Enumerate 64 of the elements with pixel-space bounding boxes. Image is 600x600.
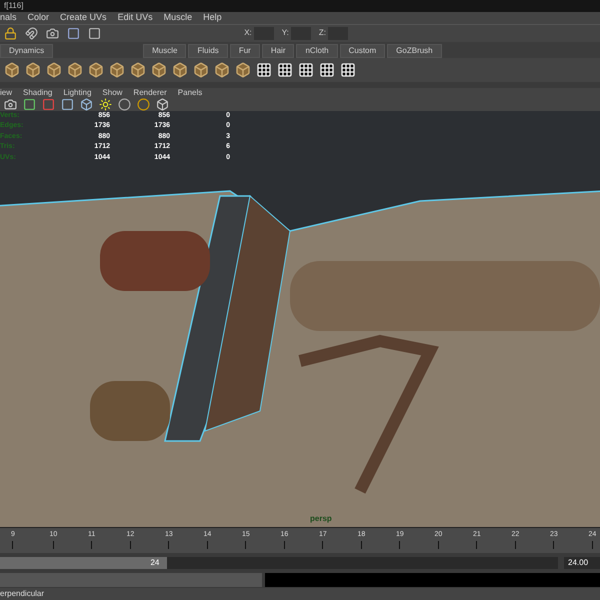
command-line-field[interactable] (0, 573, 262, 588)
panel-menu-item[interactable]: Panels (178, 86, 202, 99)
shelf-tab[interactable]: GoZBrush (387, 44, 442, 58)
toolbar-icon[interactable] (4, 98, 17, 111)
menu-item[interactable]: Help (203, 11, 222, 25)
toolbar-icon[interactable] (156, 98, 169, 111)
shelf-tab[interactable]: Hair (262, 44, 294, 58)
range-slider-handle[interactable]: 24 (0, 556, 168, 569)
menu-item[interactable]: Muscle (164, 11, 192, 25)
toolbar-icon[interactable] (4, 26, 17, 40)
coordinate-field[interactable] (254, 26, 274, 40)
checker-icon[interactable] (277, 62, 293, 78)
coordinate-field[interactable] (328, 26, 348, 40)
checker-icon[interactable] (319, 62, 335, 78)
range-end-value: 24 (150, 556, 160, 569)
box-icon[interactable] (46, 62, 62, 78)
panel-menu-item[interactable]: iew (0, 86, 12, 99)
menu-item[interactable]: Color (28, 11, 50, 25)
coordinate-label: Z: (318, 27, 326, 40)
checker-icon[interactable] (256, 62, 272, 78)
camera-label: persp (310, 513, 332, 526)
coordinate-label: X: (244, 27, 252, 40)
window-title: f[116] (4, 0, 24, 12)
shelf-tab[interactable]: Muscle (143, 44, 186, 58)
toolbar-icon[interactable] (99, 98, 112, 111)
box-icon[interactable] (4, 62, 20, 78)
box-icon[interactable] (109, 62, 125, 78)
toolbar-icon[interactable] (67, 26, 80, 40)
checker-icon[interactable] (298, 62, 314, 78)
toolbar-icon[interactable] (61, 98, 74, 111)
shelf-tab[interactable]: Fluids (188, 44, 228, 58)
panel-menu-item[interactable]: Show (102, 86, 122, 99)
box-icon[interactable] (172, 62, 188, 78)
menu-item[interactable]: nals (0, 11, 17, 25)
box-icon[interactable] (130, 62, 146, 78)
box-icon[interactable] (214, 62, 230, 78)
box-icon[interactable] (151, 62, 167, 78)
menu-item[interactable]: Create UVs (60, 11, 107, 25)
shelf-tab[interactable]: Custom (340, 44, 386, 58)
toolbar-icon[interactable] (118, 98, 131, 111)
toolbar-icon[interactable] (46, 26, 59, 40)
toolbar-icon[interactable] (23, 98, 36, 111)
range-slider-track[interactable]: 24 (0, 556, 558, 569)
toolbar-icon[interactable] (137, 98, 150, 111)
shelf-tab[interactable]: Fur (230, 44, 260, 58)
toolbar-icon[interactable] (88, 26, 101, 40)
menu-item[interactable]: Edit UVs (118, 11, 153, 25)
panel-menu-item[interactable]: Lighting (63, 86, 92, 99)
panel-menu-item[interactable]: Renderer (133, 86, 167, 99)
shelf-tab[interactable]: Dynamics (0, 44, 54, 58)
box-icon[interactable] (88, 62, 104, 78)
current-time-field[interactable]: 24.00 (564, 556, 600, 569)
box-icon[interactable] (67, 62, 83, 78)
toolbar-icon[interactable] (25, 26, 38, 40)
coordinate-field[interactable] (290, 26, 311, 40)
panel-menu-item[interactable]: Shading (23, 86, 52, 99)
coordinate-label: Y: (282, 27, 289, 40)
box-icon[interactable] (235, 62, 251, 78)
checker-icon[interactable] (340, 62, 356, 78)
shelf-tab[interactable]: nCloth (296, 44, 338, 58)
box-icon[interactable] (193, 62, 209, 78)
toolbar-icon[interactable] (80, 98, 93, 111)
box-icon[interactable] (25, 62, 41, 78)
help-text: erpendicular (0, 588, 44, 600)
